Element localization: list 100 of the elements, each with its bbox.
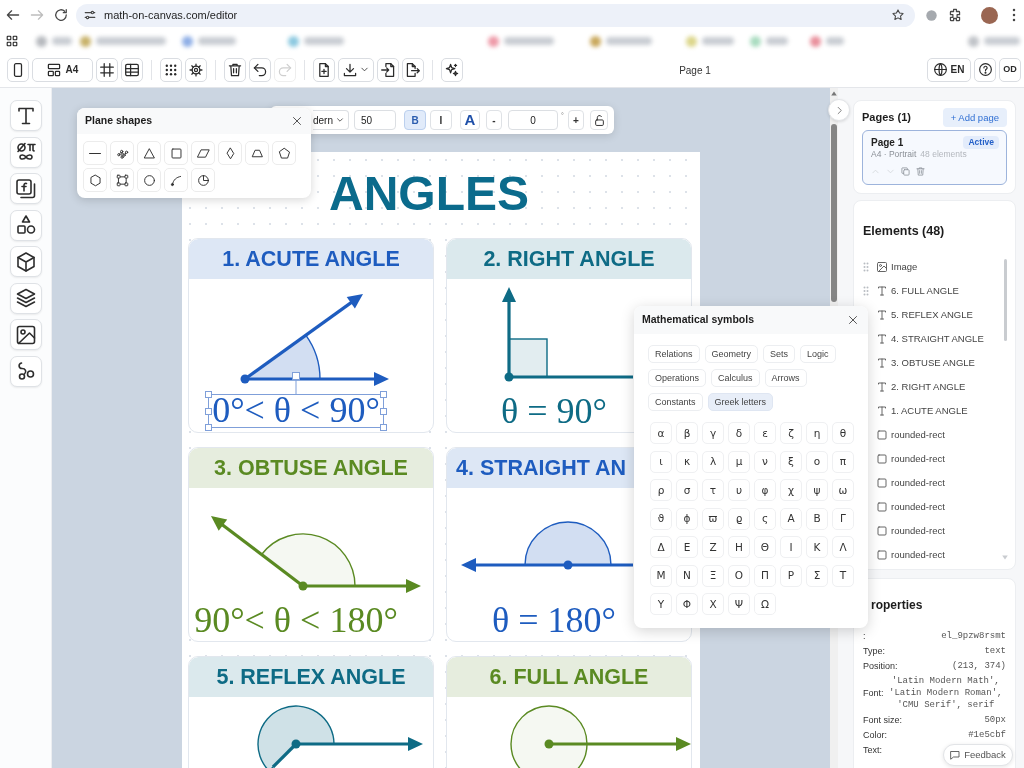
close-button[interactable]: [292, 116, 302, 126]
symbol-button[interactable]: Λ: [832, 536, 854, 558]
increase-button[interactable]: +: [568, 110, 584, 130]
device-button[interactable]: [7, 57, 29, 82]
dot-icon[interactable]: [924, 8, 938, 22]
resize-handle[interactable]: [205, 424, 213, 431]
shape-button[interactable]: [218, 141, 242, 165]
symbol-button[interactable]: ϖ: [702, 507, 724, 530]
symbol-button[interactable]: Φ: [676, 593, 698, 615]
symbol-button[interactable]: ω: [832, 479, 854, 501]
symbol-button[interactable]: ο: [806, 450, 828, 473]
shape-button[interactable]: [191, 141, 215, 165]
apps-grid-icon[interactable]: [6, 35, 18, 47]
element-name[interactable]: rounded-rect: [891, 451, 945, 467]
element-name[interactable]: 2. RIGHT ANGLE: [891, 379, 966, 395]
shape-button[interactable]: [191, 168, 215, 192]
symbol-button[interactable]: ξ: [780, 450, 802, 473]
shape-button[interactable]: [110, 141, 134, 165]
element-name[interactable]: 3. OBTUSE ANGLE: [891, 355, 975, 371]
account-button[interactable]: OD: [999, 57, 1021, 82]
dot-grid-button[interactable]: [160, 57, 182, 82]
element-name[interactable]: 4. STRAIGHT ANGLE: [891, 331, 984, 347]
shape-button[interactable]: [137, 141, 161, 165]
drag-handle-icon[interactable]: [863, 262, 869, 272]
symbol-button[interactable]: φ: [754, 479, 776, 501]
symbol-button[interactable]: ε: [754, 422, 776, 444]
font-size-field[interactable]: 50: [354, 110, 396, 130]
symbol-button[interactable]: χ: [780, 479, 802, 501]
category-tab[interactable]: Arrows: [764, 369, 807, 387]
element-name[interactable]: 5. REFLEX ANGLE: [891, 307, 973, 323]
element-name[interactable]: rounded-rect: [891, 547, 945, 563]
symbol-button[interactable]: Ο: [728, 564, 750, 587]
puzzle-icon[interactable]: [948, 8, 962, 22]
table-button[interactable]: [121, 57, 143, 82]
drag-handle-icon[interactable]: [863, 286, 869, 296]
symbol-button[interactable]: μ: [728, 450, 750, 473]
symbol-button[interactable]: ρ: [650, 479, 672, 501]
symbol-button[interactable]: ϕ: [676, 507, 698, 530]
delete-button[interactable]: [224, 57, 246, 82]
image-tool-button[interactable]: [9, 319, 42, 350]
symbol-button[interactable]: Η: [728, 536, 750, 558]
symbol-button[interactable]: ϑ: [650, 507, 672, 530]
style-toggle[interactable]: B: [404, 110, 426, 130]
category-tab[interactable]: Constants: [648, 393, 703, 411]
symbol-button[interactable]: Μ: [650, 564, 672, 587]
symbol-button[interactable]: Ω: [754, 593, 776, 615]
category-tab[interactable]: Relations: [648, 345, 700, 363]
solids-tool-button[interactable]: [9, 246, 42, 277]
element-name[interactable]: rounded-rect: [891, 427, 945, 443]
add-page-button[interactable]: [313, 57, 335, 82]
shape-button[interactable]: [164, 168, 188, 192]
paper-size-button[interactable]: A4: [32, 57, 93, 82]
symbol-button[interactable]: Ψ: [728, 593, 750, 615]
element-name[interactable]: 1. ACUTE ANGLE: [891, 403, 968, 419]
shape-button[interactable]: [137, 168, 161, 192]
text-color-button[interactable]: A: [460, 110, 480, 130]
shape-button[interactable]: [83, 168, 107, 192]
element-name[interactable]: rounded-rect: [891, 475, 945, 491]
symbol-button[interactable]: Θ: [754, 536, 776, 558]
text-tool-button[interactable]: [9, 100, 42, 131]
symbol-button[interactable]: ζ: [780, 422, 802, 444]
import-button[interactable]: [377, 57, 399, 82]
symbol-button[interactable]: Α: [780, 507, 802, 530]
font-select[interactable]: dern: [313, 110, 349, 130]
resize-handle[interactable]: [379, 391, 387, 398]
rotation-field[interactable]: 0: [508, 110, 558, 130]
resize-handle[interactable]: [205, 407, 213, 415]
symbol-button[interactable]: γ: [702, 422, 724, 444]
category-tab[interactable]: Sets: [763, 345, 796, 363]
scrollbar-thumb[interactable]: [1004, 259, 1007, 341]
category-tab[interactable]: Greek letters: [707, 393, 774, 411]
symbol-button[interactable]: Ε: [676, 536, 698, 558]
symbols-tool-button[interactable]: [9, 136, 42, 168]
export-button[interactable]: [402, 57, 424, 82]
symbol-button[interactable]: Τ: [832, 564, 854, 587]
symbol-button[interactable]: Κ: [806, 536, 828, 558]
resize-handle[interactable]: [379, 424, 387, 431]
resize-handle[interactable]: [205, 391, 213, 398]
category-tab[interactable]: Calculus: [711, 369, 760, 387]
symbol-button[interactable]: Π: [754, 564, 776, 587]
symbol-button[interactable]: Ρ: [780, 564, 802, 587]
symbol-button[interactable]: β: [676, 422, 698, 444]
star-icon[interactable]: [892, 9, 904, 21]
symbol-button[interactable]: π: [832, 450, 854, 473]
avatar-placeholder[interactable]: [981, 6, 998, 24]
address-bar[interactable]: math-on-canvas.com/editor: [76, 3, 915, 27]
symbol-button[interactable]: η: [806, 422, 828, 444]
symbol-button[interactable]: κ: [676, 450, 698, 473]
language-button[interactable]: EN: [927, 57, 971, 82]
element-name[interactable]: Image: [891, 259, 918, 275]
decrease-button[interactable]: -: [486, 110, 502, 130]
symbol-button[interactable]: θ: [832, 422, 854, 444]
symbol-button[interactable]: λ: [702, 450, 724, 473]
shape-button[interactable]: [164, 141, 188, 165]
style-toggle[interactable]: I: [430, 110, 452, 130]
symbol-button[interactable]: υ: [728, 479, 750, 501]
symbol-button[interactable]: Υ: [650, 593, 672, 615]
rotate-handle[interactable]: [292, 372, 300, 395]
symbol-button[interactable]: Χ: [702, 593, 724, 615]
element-name[interactable]: rounded-rect: [891, 523, 945, 539]
